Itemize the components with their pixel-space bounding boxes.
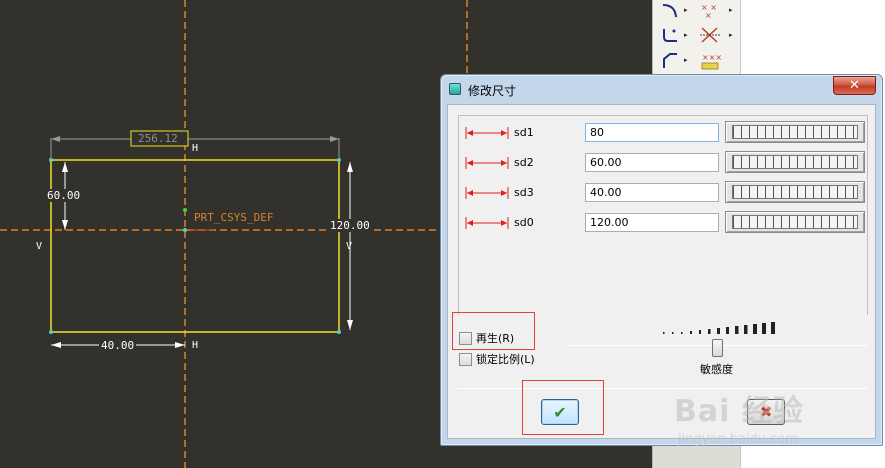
dimension-left-height[interactable]: 60.00 [47,189,81,202]
dimension-row: sd3 [459,181,869,205]
linear-dimension-icon [465,187,509,199]
dimension-right-height[interactable]: 120.00 [330,219,370,232]
dimension-label: sd1 [514,126,534,139]
dimension-icon[interactable]: ××× [697,50,723,72]
linear-dimension-icon [465,217,509,229]
dialog-titlebar[interactable]: 修改尺寸 ✕ [441,75,882,103]
dimension-value-input[interactable] [585,213,719,232]
toolbar-strip: ▸ × × × ▸ ▸ ▸ ▸ ××× [653,0,741,80]
cancel-x-icon: ✖ [759,403,773,421]
fillet-icon[interactable] [657,24,683,46]
dialog-title: 修改尺寸 [468,84,517,98]
modify-dimensions-dialog: 修改尺寸 ✕ sd1 sd2 [440,74,883,446]
dimension-label: sd2 [514,156,534,169]
trim-x-icon[interactable]: × × × [697,0,723,22]
dimension-list: sd1 sd2 sd3 [458,115,868,315]
close-button[interactable]: ✕ [833,76,876,95]
highlight-ok-button [522,380,604,435]
cancel-button[interactable]: ✖ [747,399,785,425]
vertical-constraint-right: V [346,241,353,252]
sensitivity-slider-thumb[interactable] [712,339,723,357]
mirror-x-icon[interactable] [697,24,723,46]
linear-dimension-icon [465,127,509,139]
highlight-regenerate [452,312,535,350]
dialog-separator [458,388,868,389]
dimension-thumbwheel[interactable] [725,181,865,203]
dimension-thumbwheel[interactable] [725,211,865,233]
sensitivity-label: 敏感度 [700,363,733,376]
chamfer-icon[interactable] [657,50,683,72]
close-icon: ✕ [849,78,860,93]
sensitivity-control: 敏感度 [568,315,868,376]
coordinate-system-label: PRT_CSYS_DEF [194,211,274,224]
arc-icon[interactable] [657,0,683,22]
sketch-rectangle [50,159,340,333]
lock-scale-checkbox[interactable]: 锁定比例(L) [459,351,535,367]
sensitivity-scale [663,322,775,334]
horizontal-constraint-top: H [192,143,199,154]
dimension-thumbwheel[interactable] [725,121,865,143]
dimension-row: sd0 [459,211,869,235]
svg-text:×××: ××× [702,53,721,62]
vertical-constraint-left: V [36,241,43,252]
lock-scale-label: 锁定比例(L) [476,353,535,366]
dimension-thumbwheel[interactable] [725,151,865,173]
dimension-value-input[interactable] [585,183,719,202]
dimension-label: sd0 [514,216,534,229]
svg-text:×: × [705,11,712,20]
dimension-value-input[interactable] [585,123,719,142]
dialog-app-icon [449,83,461,95]
dimension-label: sd3 [514,186,534,199]
linear-dimension-icon [465,157,509,169]
dimension-row: sd1 [459,121,869,145]
dialog-client-area: sd1 sd2 sd3 [447,104,876,439]
ref-dimension-text[interactable]: 256.12 [138,132,178,145]
dimension-bottom-width[interactable]: 40.00 [99,339,137,352]
dimension-value-input[interactable] [585,153,719,172]
dimension-row: sd2 [459,151,869,175]
horizontal-constraint-bottom: H [192,340,199,351]
lock-scale-checkbox-box[interactable] [459,352,472,366]
